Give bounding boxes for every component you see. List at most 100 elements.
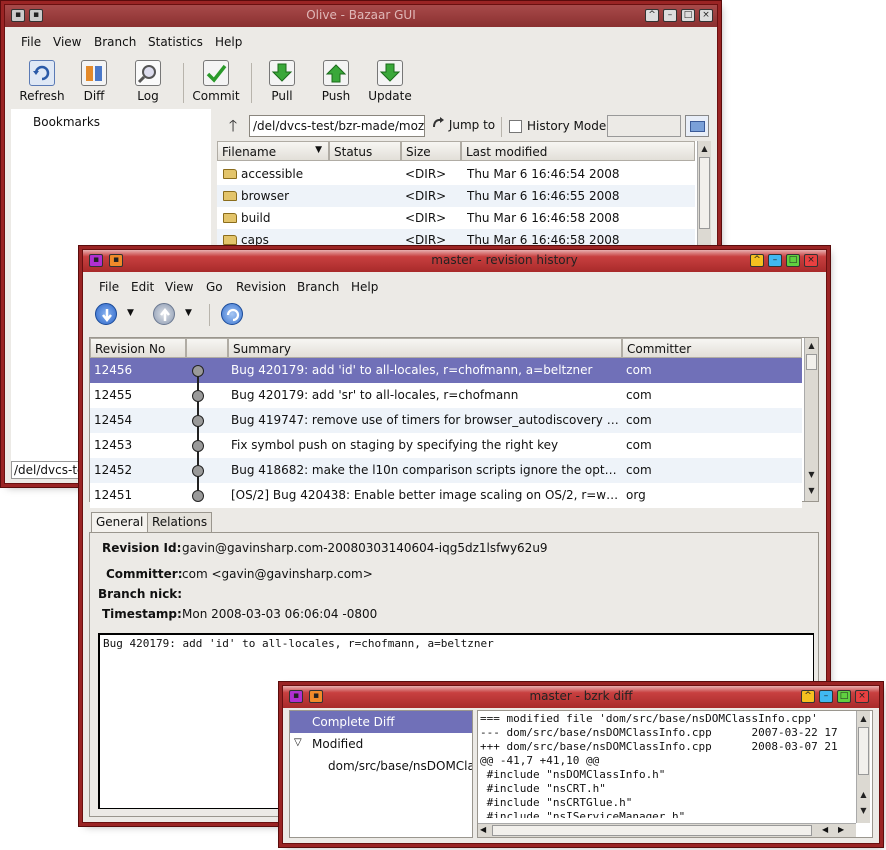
scroll-thumb[interactable]	[492, 825, 812, 836]
log-button[interactable]: Log	[125, 60, 171, 103]
history-mode-checkbox[interactable]	[509, 120, 522, 133]
menu-file[interactable]: File	[21, 35, 41, 49]
diff-titlebar[interactable]: ▪ ▪ master - bzrk diff ^ – □ ×	[283, 686, 879, 708]
menu-revision[interactable]: Revision	[236, 280, 286, 294]
scroll-down-icon[interactable]: ▼	[858, 805, 869, 817]
table-row[interactable]: browser <DIR> Thu Mar 6 16:46:55 2008	[217, 185, 695, 207]
diff-scrollbar[interactable]: ▲ ▲ ▼	[856, 711, 870, 823]
forward-dropdown-icon[interactable]: ▼	[185, 308, 192, 318]
commit-button[interactable]: Commit	[191, 60, 241, 103]
graph-node-icon	[192, 490, 204, 502]
jump-to-button[interactable]: Jump to	[431, 116, 501, 138]
refresh-button[interactable]: Refresh	[17, 60, 67, 103]
maximize-icon[interactable]: □	[681, 9, 695, 22]
column-header-graph[interactable]	[186, 338, 228, 358]
sticky-icon[interactable]: ▪	[109, 254, 123, 267]
revision-summary: Bug 419747: remove use of timers for bro…	[231, 413, 619, 427]
revision-list[interactable]: Revision No Summary Committer 12456 Bug 4…	[89, 337, 819, 508]
file-list-scrollbar[interactable]: ▲	[697, 141, 711, 247]
log-label: Log	[137, 89, 159, 103]
refresh-label: Refresh	[19, 89, 65, 103]
scroll-thumb[interactable]	[806, 354, 817, 370]
close-icon[interactable]: ×	[804, 254, 818, 267]
history-titlebar[interactable]: ▪ ▪ master - revision history ^ – □ ×	[83, 250, 826, 272]
menu-branch[interactable]: Branch	[297, 280, 339, 294]
detail-tabs: General Relations	[89, 512, 819, 533]
menu-help[interactable]: Help	[351, 280, 378, 294]
file-list[interactable]: Filename ▼ Status Size Last modified acce…	[217, 141, 711, 273]
window-menu-icon[interactable]: ▪	[89, 254, 103, 267]
scroll-left-icon[interactable]: ◀	[480, 825, 486, 834]
menu-help[interactable]: Help	[215, 35, 242, 49]
column-header-last-modified[interactable]: Last modified	[461, 141, 695, 161]
tree-item-modified[interactable]: Modified	[312, 737, 363, 751]
column-header-committer[interactable]: Committer	[622, 338, 802, 358]
column-header-summary[interactable]: Summary	[228, 338, 622, 358]
scroll-up-icon[interactable]: ▲	[858, 713, 869, 725]
olive-titlebar[interactable]: ▪ ▪ Olive - Bazaar GUI ^ – □ ×	[5, 5, 717, 27]
update-label: Update	[368, 89, 412, 103]
menu-go[interactable]: Go	[206, 280, 223, 294]
minimize-icon[interactable]: –	[768, 254, 782, 267]
tab-general[interactable]: General	[91, 512, 149, 533]
shade-icon[interactable]: ^	[750, 254, 764, 267]
maximize-icon[interactable]: □	[786, 254, 800, 267]
table-row[interactable]: accessible <DIR> Thu Mar 6 16:46:54 2008	[217, 163, 695, 185]
scroll-right-icon[interactable]: ▶	[838, 825, 844, 834]
revision-summary: Bug 418682: make the l10n comparison scr…	[231, 463, 619, 477]
column-header-filename[interactable]: Filename ▼	[217, 141, 329, 161]
path-input[interactable]: /del/dvcs-test/bzr-made/mozill	[249, 115, 425, 137]
column-header-revision-no[interactable]: Revision No	[90, 338, 186, 358]
menu-statistics[interactable]: Statistics	[148, 35, 203, 49]
revision-number: 12456	[94, 363, 133, 377]
open-folder-button[interactable]	[685, 115, 709, 137]
scroll-up-icon[interactable]: ▲	[858, 789, 869, 801]
pull-button[interactable]: Pull	[259, 60, 305, 103]
shade-icon[interactable]: ^	[645, 9, 659, 22]
back-dropdown-icon[interactable]: ▼	[127, 308, 134, 318]
push-button[interactable]: Push	[313, 60, 359, 103]
scroll-up-icon[interactable]: ▲	[806, 340, 817, 352]
column-header-size[interactable]: Size	[401, 141, 461, 161]
table-row[interactable]: build <DIR> Thu Mar 6 16:46:58 2008	[217, 207, 695, 229]
tree-item-complete-diff[interactable]: Complete Diff	[290, 711, 472, 733]
tree-item-file[interactable]: dom/src/base/nsDOMCla	[328, 759, 472, 773]
tree-expander-icon[interactable]: ▽	[294, 737, 302, 748]
tab-relations[interactable]: Relations	[147, 512, 213, 532]
table-row[interactable]: caps <DIR> Thu Mar 6 16:46:58 2008	[217, 229, 695, 251]
scroll-thumb[interactable]	[699, 157, 710, 229]
diff-hscrollbar[interactable]: ◀ ◀ ▶	[478, 823, 856, 837]
diff-line: --- dom/src/base/nsDOMClassInfo.cpp 2007…	[480, 726, 838, 739]
up-arrow-icon[interactable]: 🡑	[223, 115, 243, 137]
close-icon[interactable]: ×	[855, 690, 869, 703]
revision-summary: Fix symbol push on staging by specifying…	[231, 438, 559, 452]
revision-committer: com	[626, 438, 652, 452]
history-input[interactable]	[607, 115, 681, 137]
back-icon[interactable]	[95, 303, 117, 325]
scroll-left-icon[interactable]: ◀	[822, 825, 828, 834]
menu-edit[interactable]: Edit	[131, 280, 154, 294]
close-icon[interactable]: ×	[699, 9, 713, 22]
menu-view[interactable]: View	[53, 35, 81, 49]
scroll-down-icon[interactable]: ▼	[806, 469, 817, 481]
minimize-icon[interactable]: –	[663, 9, 677, 22]
menu-file[interactable]: File	[99, 280, 119, 294]
menu-branch[interactable]: Branch	[94, 35, 136, 49]
refresh-icon[interactable]	[221, 303, 243, 325]
update-button[interactable]: Update	[365, 60, 415, 103]
diff-tree[interactable]: Complete Diff ▽ Modified dom/src/base/ns…	[289, 710, 473, 838]
file-modified: Thu Mar 6 16:46:58 2008	[467, 211, 620, 225]
column-header-status[interactable]: Status	[329, 141, 401, 161]
diff-line: #include "nsCRTGlue.h"	[480, 796, 633, 809]
scroll-thumb[interactable]	[858, 727, 869, 775]
diff-button[interactable]: Diff	[71, 60, 117, 103]
scroll-down-icon[interactable]: ▼	[806, 485, 817, 497]
scroll-up-icon[interactable]: ▲	[699, 143, 710, 155]
minimize-icon[interactable]: –	[819, 690, 833, 703]
menu-view[interactable]: View	[165, 280, 193, 294]
forward-icon[interactable]	[153, 303, 175, 325]
revision-list-scrollbar[interactable]: ▲ ▼ ▼	[804, 338, 818, 501]
maximize-icon[interactable]: □	[837, 690, 851, 703]
shade-icon[interactable]: ^	[801, 690, 815, 703]
diff-view[interactable]: === modified file 'dom/src/base/nsDOMCla…	[477, 710, 873, 838]
